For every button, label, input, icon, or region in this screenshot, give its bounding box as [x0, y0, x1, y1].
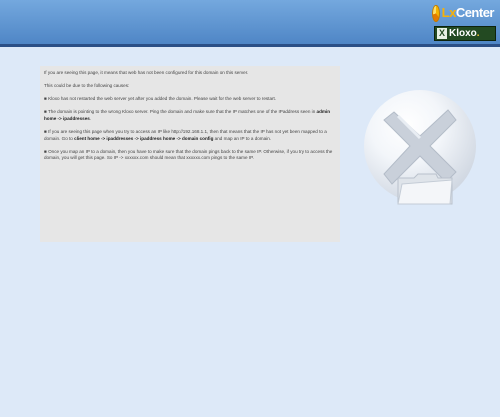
client-path: client home -> ipaddresses -> ipaddress …	[74, 135, 214, 141]
causes-heading: This could be due to the following cause…	[44, 83, 130, 89]
folder-icon	[396, 168, 454, 206]
header-bar: LxCenter X Kloxo.	[0, 0, 500, 47]
cause-item: ■ If you are seeing this page when you t…	[44, 128, 327, 141]
intro-text: If you are seeing this page, it means th…	[44, 70, 249, 75]
lxcenter-swirl-icon	[432, 4, 440, 22]
message-panel: If you are seeing this page, it means th…	[40, 66, 340, 242]
kloxo-x-icon: X	[437, 28, 447, 39]
cause-item: ■ Once you map an IP to a domain, then y…	[44, 148, 333, 161]
lxcenter-logo[interactable]: LxCenter	[432, 4, 495, 22]
kloxo-badge-label: Kloxo.	[449, 28, 480, 39]
lxcenter-logo-text: LxCenter	[441, 5, 495, 20]
cause-item: ■ The domain is pointing to the wrong Kl…	[44, 109, 331, 121]
cause-item: ■ Kloxo has not restarted the web server…	[44, 96, 277, 102]
kloxo-badge[interactable]: X Kloxo.	[434, 26, 496, 41]
